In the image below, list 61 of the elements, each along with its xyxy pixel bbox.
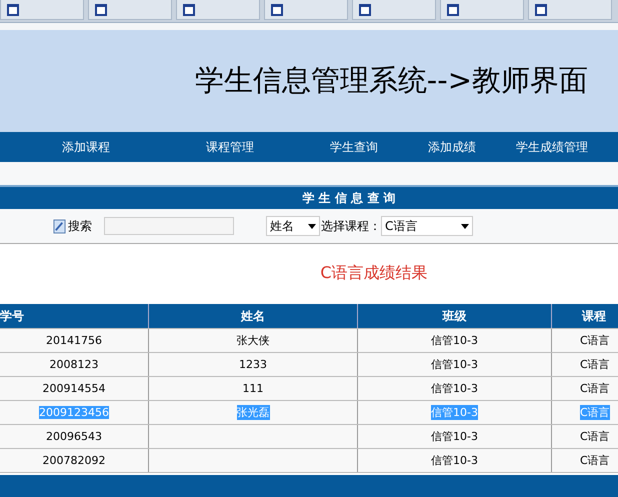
- table-cell: C语言: [580, 453, 610, 468]
- table-cell: C语言: [580, 429, 610, 444]
- table-cell: 信管10-3: [431, 333, 478, 348]
- search-field[interactable]: [104, 217, 234, 235]
- result-title: C语言成绩结果: [320, 262, 428, 284]
- browser-tab[interactable]: [0, 0, 84, 20]
- table-cell: 2008123: [50, 358, 98, 371]
- page-icon: [535, 4, 547, 16]
- table-cell: 1233: [239, 358, 267, 371]
- table-cell: 信管10-3: [431, 357, 478, 372]
- course-label: 选择课程：: [321, 218, 381, 234]
- column-header: 课程: [551, 304, 618, 328]
- caret-icon: [461, 224, 469, 228]
- page-title: 学生信息管理系统-->教师界面: [194, 62, 588, 99]
- column-header: 姓名: [148, 304, 357, 328]
- page-icon: [7, 4, 19, 16]
- table-cell: 信管10-3: [431, 453, 478, 468]
- nav-link[interactable]: 添加课程: [62, 138, 110, 156]
- table-cell: 信管10-3: [431, 405, 478, 420]
- table-cell: 20096543: [46, 430, 102, 443]
- table-row[interactable]: 200914554 111 信管10-3 C语言: [0, 377, 618, 401]
- browser-tab[interactable]: [264, 0, 348, 20]
- panel-title: 学 生 信 息 查 询: [302, 190, 396, 206]
- table-cell: 张大侠: [236, 333, 270, 348]
- caret-icon: [308, 224, 316, 228]
- table-cell: C语言: [580, 381, 610, 396]
- table-cell: 200914554: [42, 382, 106, 395]
- table-cell: 111: [242, 382, 264, 395]
- page-icon: [447, 4, 459, 16]
- table-row[interactable]: 20141756 张大侠 信管10-3 C语言: [0, 329, 618, 353]
- table-cell: C语言: [580, 405, 610, 420]
- nav-link[interactable]: 课程管理: [206, 138, 254, 156]
- browser-tab[interactable]: [352, 0, 436, 20]
- table-cell: 信管10-3: [431, 381, 478, 396]
- page-icon: [183, 4, 195, 16]
- search-label: 搜索: [68, 218, 92, 234]
- table-row[interactable]: 200782092 信管10-3 C语言: [0, 449, 618, 473]
- page-icon: [271, 4, 283, 16]
- table-cell: 200782092: [42, 454, 106, 467]
- browser-tab[interactable]: [440, 0, 524, 20]
- field-select[interactable]: 姓名: [266, 216, 320, 236]
- nav-link[interactable]: 添加成绩: [428, 138, 476, 156]
- table-cell: C语言: [580, 357, 610, 372]
- document-icon: [53, 218, 66, 234]
- nav-link[interactable]: 学生查询: [330, 138, 378, 156]
- column-header: 学号: [0, 308, 25, 324]
- page-icon: [95, 4, 107, 16]
- table-cell: 信管10-3: [431, 429, 478, 444]
- nav-link[interactable]: 学生成绩管理: [516, 138, 588, 156]
- table-cell: 张光磊: [236, 405, 270, 420]
- table-cell: 2009123456: [39, 406, 109, 419]
- table-cell: 20141756: [46, 334, 102, 347]
- page-icon: [359, 4, 371, 16]
- browser-tab[interactable]: [88, 0, 172, 20]
- table-row[interactable]: 20096543 信管10-3 C语言: [0, 425, 618, 449]
- table-cell: C语言: [580, 333, 610, 348]
- browser-tab[interactable]: [176, 0, 260, 20]
- browser-tab[interactable]: [528, 0, 612, 20]
- column-header: 班级: [357, 304, 551, 328]
- table-row[interactable]: 2008123 1233 信管10-3 C语言: [0, 353, 618, 377]
- course-select[interactable]: C语言: [381, 216, 473, 236]
